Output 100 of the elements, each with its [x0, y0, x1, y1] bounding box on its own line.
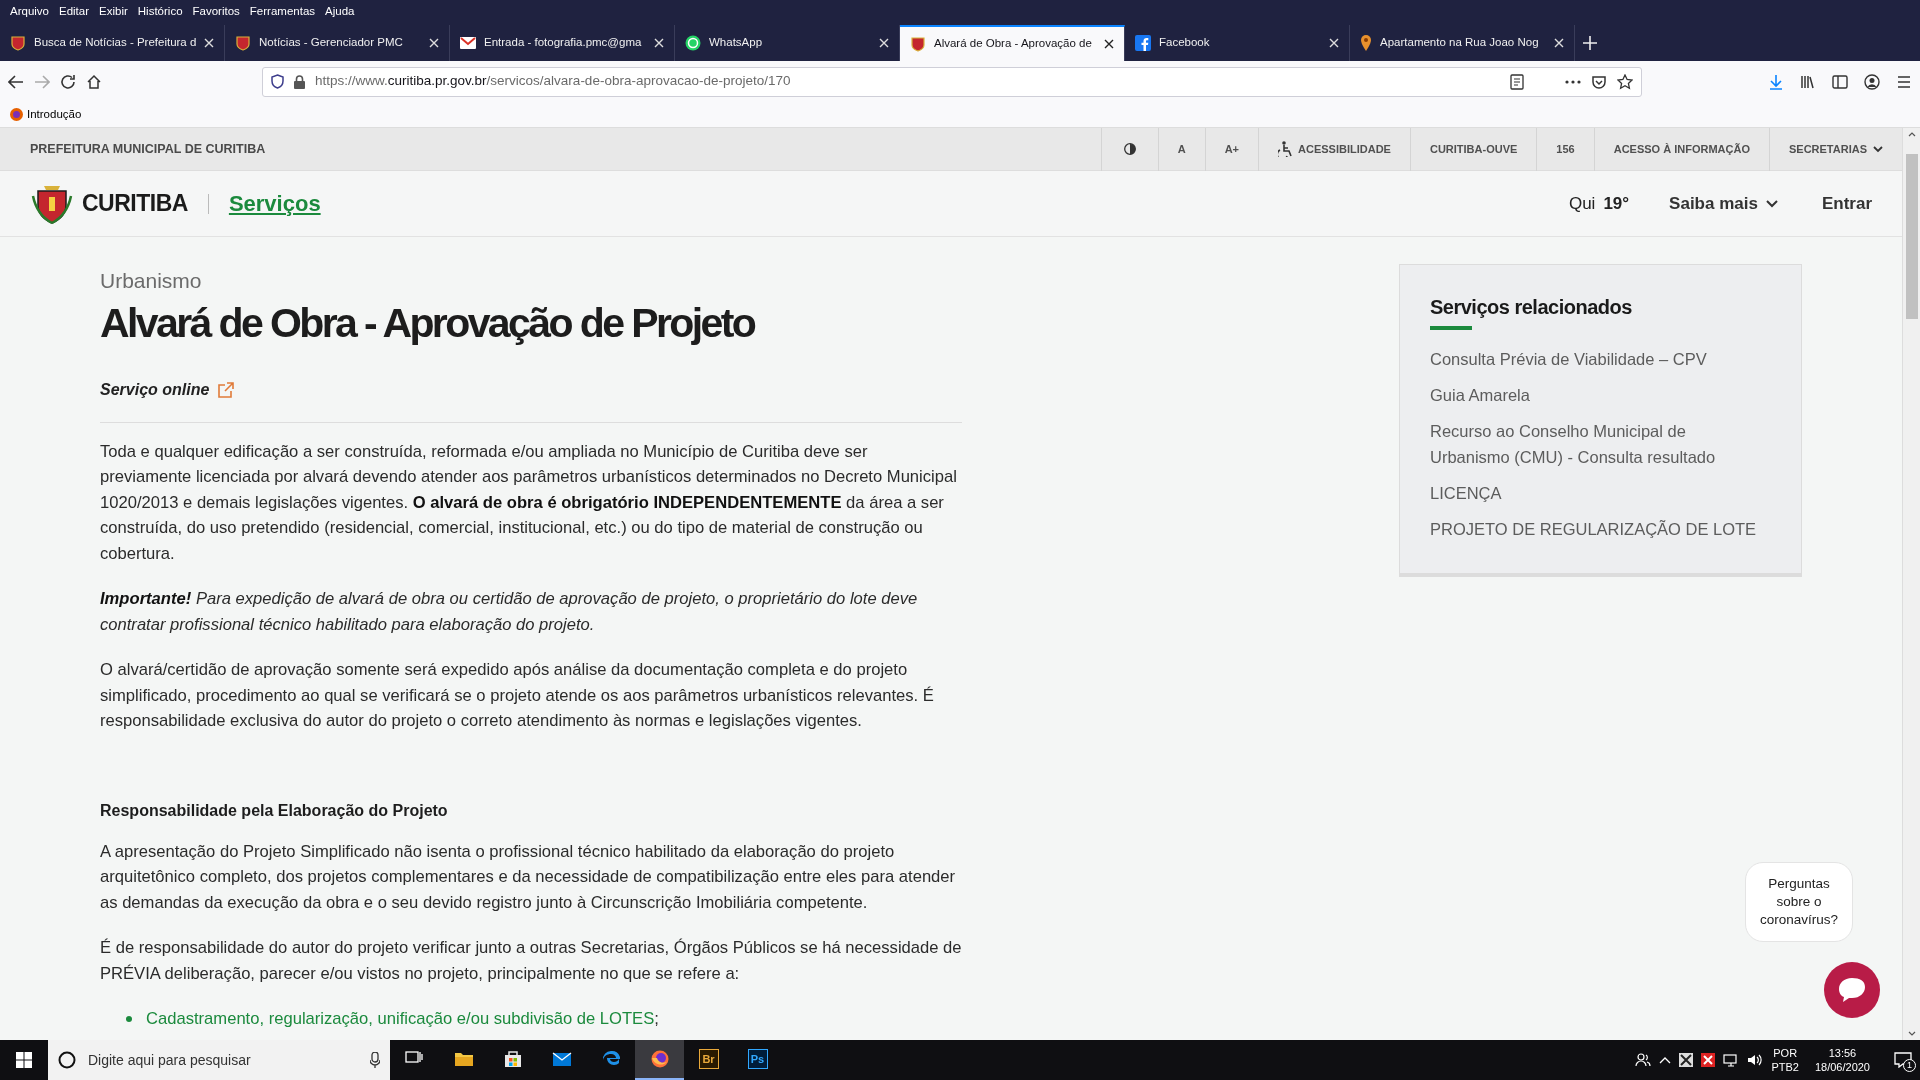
bullet-icon: [126, 1016, 132, 1023]
sidebar-icon: [1832, 73, 1848, 90]
people-icon: [1635, 1052, 1652, 1068]
back-icon: [8, 73, 24, 90]
related-service-link[interactable]: Guia Amarela: [1430, 382, 1761, 408]
weather-day: Qui: [1568, 190, 1596, 217]
font-size-button[interactable]: A: [1157, 128, 1205, 171]
scroll-down-icon: [1907, 1031, 1916, 1036]
home-button[interactable]: [86, 73, 102, 90]
taskbar-app-button[interactable]: Br: [684, 1040, 733, 1080]
contrast-icon: [1123, 143, 1136, 155]
account-button[interactable]: [1864, 73, 1880, 90]
account-icon: [1864, 73, 1880, 90]
font-size-button[interactable]: A+: [1204, 128, 1259, 171]
forward-icon: [34, 73, 50, 90]
photoshop-icon: Ps: [747, 1049, 768, 1069]
chat-bubble[interactable]: Perguntas sobre o coronavírus?: [1745, 862, 1853, 942]
tray-app-icon: [1701, 1053, 1716, 1067]
sidebar-button[interactable]: [1832, 73, 1848, 90]
download-button[interactable]: [1768, 73, 1784, 90]
shopping-bag-icon: [502, 1049, 523, 1069]
input-language[interactable]: POR PTB2: [1771, 1046, 1799, 1074]
scrollbar-thumb[interactable]: [1905, 154, 1918, 319]
reader-button[interactable]: [1509, 73, 1525, 90]
library-button[interactable]: [1800, 73, 1816, 90]
section-link[interactable]: Serviços: [207, 193, 321, 214]
sidebar-title: Serviços relacionados: [1430, 295, 1633, 319]
link[interactable]: Cadastramento, regularização, unificação e/ou subdivisão de LOTES: [146, 1009, 655, 1029]
chevron-down-icon: [1765, 199, 1778, 208]
speaker-icon: [1747, 1053, 1764, 1067]
scrollbar[interactable]: [1902, 128, 1920, 1040]
shield-icon: [235, 35, 251, 51]
chat-button[interactable]: [1824, 962, 1880, 1018]
more-icon: [1565, 79, 1581, 84]
globe-icon: [10, 108, 23, 121]
bookmark[interactable]: Introdução: [10, 105, 82, 124]
related-service-link[interactable]: Consulta Prévia de Viabilidade – CPV: [1430, 346, 1761, 372]
scroll-up-icon: [1907, 132, 1916, 137]
menu-item[interactable]: Ajuda: [321, 0, 359, 22]
paragraph: Toda e qualquer edificação a ser construída, reformada e/ou ampliada no Município de Curitiba deve ser previamente licenciada por alvará devendo atender aos parâmetros urbanísticos determinados no Decreto Municipal 1020/2013 e demais legislações vigentes. O alvará de obra é obrigatório INDEPENDENTEMENTE da área a ser construída, do uso pretendido (residencial, comercial, institucional, etc.) ou do tipo de material de construção ou cobertura.: [100, 440, 958, 565]
reload-button[interactable]: [60, 73, 76, 90]
paragraph: O alvará/certidão de aprovação somente será expedido após análise da documentação completa e do projeto simplificado, procedimento ao qual se verificará se o projeto atende os aos parâmetros urbanísticos relevantes. É responsabilidade exclusiva do autor do projeto o correto atendimento às normas e legislações vigentes.: [100, 659, 935, 733]
toolbar-link[interactable]: CURITIBA-OUVE: [1409, 128, 1537, 171]
more-button[interactable]: [1565, 79, 1581, 84]
related-service-link[interactable]: LICENÇA: [1430, 480, 1761, 506]
taskbar-search-field[interactable]: Digite aqui para pesquisar: [86, 1048, 360, 1072]
clock[interactable]: 13:56 18/06/2020: [1814, 1046, 1870, 1074]
library-icon: [1800, 73, 1816, 90]
category-label: Urbanismo: [100, 268, 203, 294]
shield-icon: [910, 36, 926, 52]
notifications-button[interactable]: 1: [1894, 1052, 1912, 1068]
mail-icon: [460, 37, 476, 49]
paragraph: É de responsabilidade do autor do projeto verificar junto a outras Secretarias, Órgãos Públicos se há necessidade de PRÉVIA deliberação, parecer e/ou vistos no projeto, principalmente no que se refere a:: [100, 937, 962, 985]
pocket-button[interactable]: [1591, 73, 1607, 90]
back-button[interactable]: [8, 73, 24, 90]
shield-icon: [271, 74, 284, 89]
list-item: Cadastramento, regularização, unificação e/ou subdivisão de LOTES;: [146, 1008, 659, 1031]
network-icon: [1723, 1053, 1740, 1067]
taskbar-search-box[interactable]: Digite aqui para pesquisar: [48, 1040, 390, 1080]
toolbar-link[interactable]: ACESSIBILIDADE: [1258, 128, 1410, 171]
fox-globe-icon: [649, 1049, 670, 1069]
menu-item[interactable]: Editar: [55, 0, 94, 22]
more-menu-button[interactable]: Saiba mais: [1669, 190, 1778, 217]
note-paragraph: Importante! Para expedição de alvará de obra ou certidão de aprovação de projeto, o proprietário do lote deve contratar profissional técnico habilitado para elaboração do projeto.: [100, 588, 919, 636]
login-link[interactable]: Entrar: [1821, 190, 1872, 217]
pocket-icon: [1591, 73, 1607, 90]
chat-icon: [1837, 976, 1867, 1004]
menu-item[interactable]: Arquivo: [6, 0, 53, 22]
menu-item[interactable]: Favoritos: [188, 0, 244, 22]
menu-item[interactable]: Histórico: [133, 0, 187, 22]
menu-button[interactable]: [1896, 73, 1912, 90]
page-title: Alvará de Obra - Aprovação de Projeto: [100, 298, 756, 348]
title-underline: [1430, 326, 1472, 330]
address-bar[interactable]: https://www.curitiba.pr.gov.br/servicos/alvara-de-obra-aprovacao-de-projeto/170: [262, 66, 1642, 97]
menu-icon: [1896, 73, 1912, 90]
notification-count: 1: [1903, 1059, 1916, 1072]
download-icon: [1768, 73, 1784, 90]
plus-icon: [1583, 36, 1597, 50]
temperature: 19°: [1603, 192, 1630, 215]
online-service-link[interactable]: Serviço online: [100, 377, 236, 402]
taskbar-app-button[interactable]: Ps: [733, 1040, 782, 1080]
menu-item[interactable]: Ferramentas: [245, 0, 320, 22]
toolbar-link[interactable]: ACESSO À INFORMAÇÃO: [1593, 128, 1769, 171]
close-icon: [204, 38, 214, 48]
f-letter-icon: [1135, 35, 1151, 51]
site-name: PREFEITURA MUNICIPAL DE CURITIBA: [30, 140, 266, 158]
browser-tab[interactable]: Alvará de Obra - Aprovação de: [900, 25, 1125, 61]
menu-item[interactable]: Exibir: [95, 0, 132, 22]
bridge-icon: Br: [698, 1049, 719, 1069]
shield-icon: [10, 35, 26, 51]
related-service-link[interactable]: PROJETO DE REGULARIZAÇÃO DE LOTE: [1430, 516, 1761, 542]
microphone-icon: [370, 1052, 380, 1068]
notification-icon: [1894, 1052, 1912, 1068]
close-icon: [429, 38, 439, 48]
toolbar-link[interactable]: 156: [1536, 128, 1594, 171]
star-button[interactable]: [1617, 73, 1633, 90]
reload-icon: [60, 73, 76, 90]
reader-icon: [1509, 73, 1525, 90]
related-service-link[interactable]: Recurso ao Conselho Municipal de Urbanismo (CMU) - Consulta resultado: [1430, 418, 1761, 470]
close-icon: [1104, 39, 1114, 49]
